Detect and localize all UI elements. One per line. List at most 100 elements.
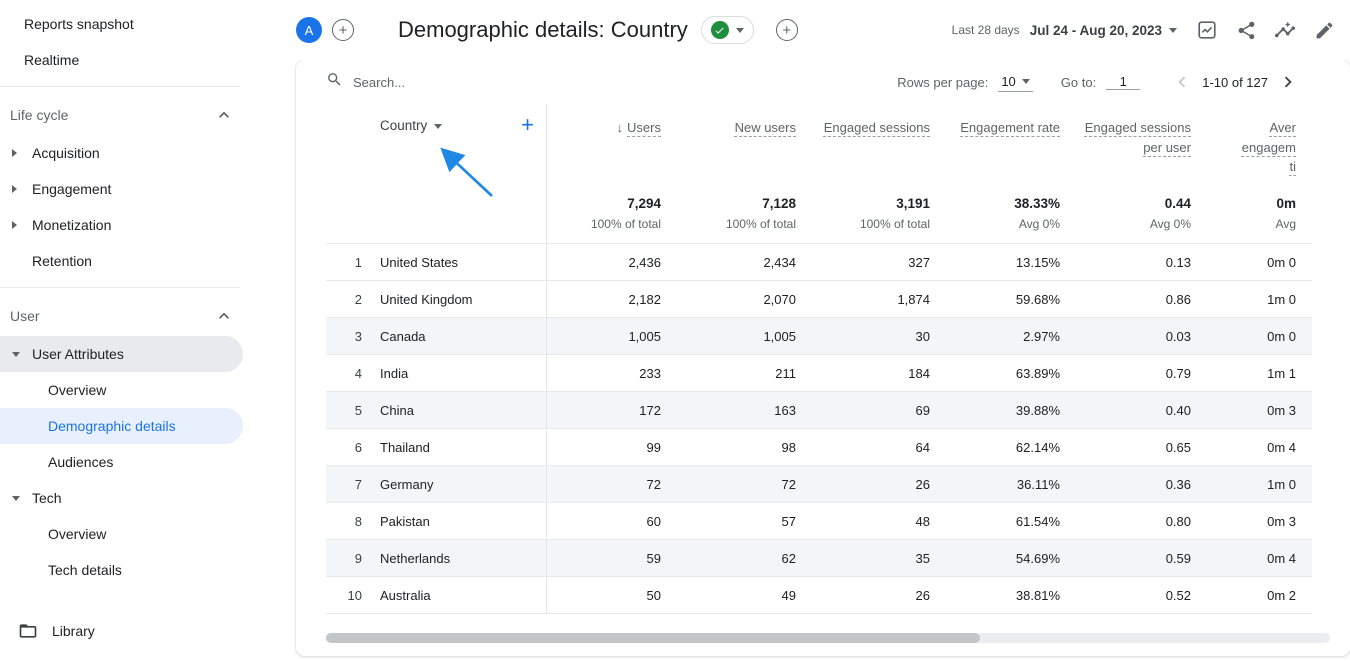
insights-icon[interactable] (1273, 18, 1297, 42)
country-column-header: Country + (326, 104, 547, 192)
avatar[interactable]: A (296, 17, 322, 43)
sidebar-item-library[interactable]: Library (16, 619, 95, 643)
row-metric-cell: 38.81% (946, 588, 1076, 603)
row-metric-cell: 2,182 (547, 292, 677, 307)
rows-per-page-select[interactable]: 10 (998, 72, 1032, 92)
column-header-users[interactable]: ↓Users (547, 104, 677, 192)
table-row[interactable]: 7Germany72722636.11%0.361m 0 (326, 465, 1312, 502)
row-metric-cell: 0.40 (1076, 403, 1207, 418)
totals-value: 0.44 (1076, 196, 1191, 211)
table-body: 1United States2,4362,43432713.15%0.130m … (326, 243, 1312, 614)
totals-cell: 0.44 Avg 0% (1076, 192, 1207, 243)
section-header-life-cycle[interactable]: Life cycle (0, 95, 280, 135)
sidebar-item-acquisition[interactable]: Acquisition (0, 135, 280, 171)
totals-sublabel: Avg 0% (946, 217, 1060, 231)
country-dimension-label: Country (380, 116, 427, 136)
sidebar-item-user-attributes-overview[interactable]: Overview (0, 372, 280, 408)
table-totals-row: 7,294100% of total7,128100% of total3,19… (326, 192, 1312, 243)
row-metric-cell: 0m 3 (1207, 403, 1312, 418)
row-metric-cell: 2.97% (946, 329, 1076, 344)
totals-cell: 7,294 100% of total (547, 192, 677, 243)
column-header-new-users[interactable]: New users (677, 104, 812, 192)
column-header-label: Aver engagem ti (1242, 120, 1296, 174)
table-row[interactable]: 2United Kingdom2,1822,0701,87459.68%0.86… (326, 280, 1312, 317)
row-rank: 6 (332, 440, 362, 455)
row-metric-cell: 99 (547, 440, 677, 455)
table-row[interactable]: 4India23321118463.89%0.791m 1 (326, 354, 1312, 391)
sidebar-item-label: Realtime (24, 52, 79, 68)
sidebar-item-realtime[interactable]: Realtime (0, 42, 280, 78)
row-metric-cell: 69 (812, 403, 946, 418)
totals-sublabel: Avg 0% (1076, 217, 1191, 231)
chevron-down-icon (434, 124, 442, 129)
section-header-user[interactable]: User (0, 296, 280, 336)
column-header-aver[interactable]: Aver engagem ti (1207, 104, 1312, 192)
table-row[interactable]: 8Pakistan60574861.54%0.800m 3 (326, 502, 1312, 539)
search-input[interactable] (353, 75, 533, 90)
table-row[interactable]: 1United States2,4362,43432713.15%0.130m … (326, 243, 1312, 280)
totals-value: 7,294 (547, 196, 661, 211)
totals-sublabel: 100% of total (547, 217, 661, 231)
row-metric-cell: 26 (812, 477, 946, 492)
column-header-engagement-rate[interactable]: Engagement rate (946, 104, 1076, 192)
sidebar-item-reports-snapshot[interactable]: Reports snapshot (0, 6, 280, 42)
sidebar-item-user-attributes-demographic-details[interactable]: Demographic details (0, 408, 243, 444)
sidebar-item-user-attributes[interactable]: User Attributes (0, 336, 243, 372)
sidebar-item-label: Tech details (48, 562, 122, 578)
row-metric-cell: 172 (547, 403, 677, 418)
table-row[interactable]: 3Canada1,0051,005302.97%0.030m 0 (326, 317, 1312, 354)
row-metric-cell: 1,874 (812, 292, 946, 307)
country-dimension-dropdown[interactable]: Country (380, 116, 442, 136)
date-range-preset: Last 28 days (952, 23, 1020, 37)
column-header-label: Engaged sessions (824, 120, 930, 135)
table-row[interactable]: 9Netherlands59623554.69%0.590m 4 (326, 539, 1312, 576)
column-header-engaged-sessions-per-user[interactable]: Engaged sessions per user (1076, 104, 1207, 192)
row-country: United States (380, 255, 458, 270)
add-report-button[interactable]: + (776, 19, 798, 41)
row-metric-cell: 59 (547, 551, 677, 566)
sidebar-item-engagement[interactable]: Engagement (0, 171, 280, 207)
report-status-badge[interactable] (701, 16, 754, 44)
row-dimension-cell: 8Pakistan (326, 503, 547, 539)
scrollbar-thumb[interactable] (326, 633, 980, 643)
row-metric-cell: 0.80 (1076, 514, 1207, 529)
row-metric-cell: 26 (812, 588, 946, 603)
row-metric-cell: 62.14% (946, 440, 1076, 455)
previous-page-button[interactable] (1170, 70, 1194, 94)
sidebar-item-retention[interactable]: Retention (0, 243, 280, 279)
sidebar-item-tech[interactable]: Tech (0, 480, 280, 516)
sidebar-item-label: Engagement (32, 181, 111, 197)
row-metric-cell: 0m 2 (1207, 588, 1312, 603)
next-page-button[interactable] (1276, 70, 1300, 94)
header-controls: Last 28 days Jul 24 - Aug 20, 2023 (952, 18, 1336, 42)
report-header: A + Demographic details: Country + Last … (280, 0, 1350, 60)
pagination-range: 1-10 of 127 (1202, 75, 1268, 90)
row-dimension-cell: 1United States (326, 244, 547, 280)
share-icon[interactable] (1234, 18, 1258, 42)
sidebar-item-tech-overview[interactable]: Overview (0, 516, 280, 552)
sidebar: Reports snapshot Realtime Life cycleAcquis… (0, 0, 280, 661)
row-rank: 10 (332, 588, 362, 603)
column-header-label: Engaged sessions per user (1085, 120, 1191, 155)
row-metric-cell: 61.54% (946, 514, 1076, 529)
sidebar-item-user-attributes-audiences[interactable]: Audiences (0, 444, 280, 480)
add-dimension-button[interactable]: + (521, 116, 534, 134)
column-header-engaged-sessions[interactable]: Engaged sessions (812, 104, 946, 192)
row-country: Australia (380, 588, 431, 603)
comparisons-icon[interactable] (1195, 18, 1219, 42)
sidebar-item-tech-tech-details[interactable]: Tech details (0, 552, 280, 588)
go-to-input[interactable] (1106, 74, 1140, 90)
sidebar-item-monetization[interactable]: Monetization (0, 207, 280, 243)
edit-icon[interactable] (1312, 18, 1336, 42)
chevron-down-icon (736, 28, 744, 33)
horizontal-scrollbar[interactable] (326, 633, 1330, 643)
table-row[interactable]: 5China1721636939.88%0.400m 3 (326, 391, 1312, 428)
add-avatar-button[interactable]: + (332, 19, 354, 41)
row-country: United Kingdom (380, 292, 473, 307)
sidebar-item-label: Retention (32, 253, 92, 269)
row-metric-cell: 0m 0 (1207, 255, 1312, 270)
date-range-picker[interactable]: Jul 24 - Aug 20, 2023 (1030, 23, 1177, 38)
table-row[interactable]: 6Thailand99986462.14%0.650m 4 (326, 428, 1312, 465)
table-row[interactable]: 10Australia50492638.81%0.520m 2 (326, 576, 1312, 613)
folder-icon (16, 619, 40, 643)
